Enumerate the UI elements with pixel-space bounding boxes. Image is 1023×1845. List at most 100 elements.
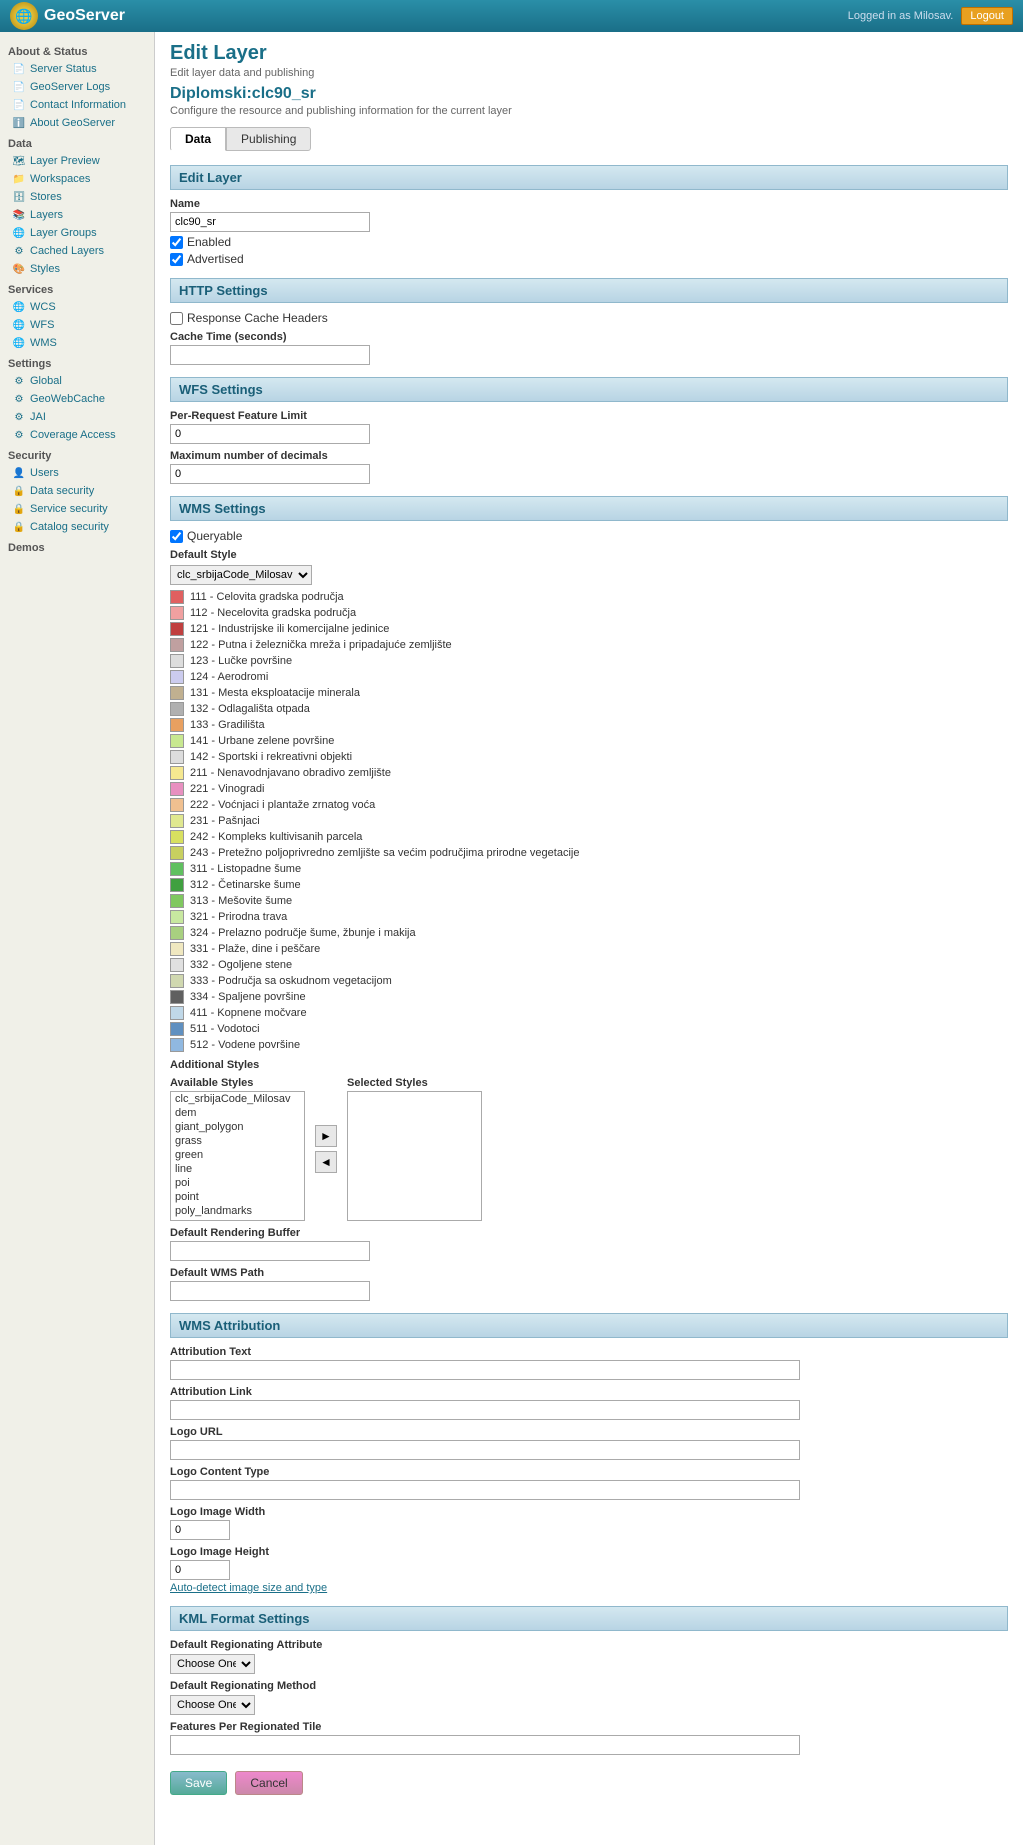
- regionating-attr-select[interactable]: Choose One: [170, 1654, 255, 1674]
- response-cache-checkbox[interactable]: [170, 312, 183, 325]
- available-style-item[interactable]: poly_landmarks: [171, 1204, 304, 1218]
- queryable-checkbox[interactable]: [170, 530, 183, 543]
- legend-item: 243 - Pretežno poljoprivredno zemljište …: [170, 845, 1008, 861]
- available-style-item[interactable]: poi: [171, 1176, 304, 1190]
- available-style-item[interactable]: giant_polygon: [171, 1120, 304, 1134]
- available-style-item[interactable]: point: [171, 1190, 304, 1204]
- move-right-button[interactable]: ►: [315, 1125, 337, 1147]
- app-title: GeoServer: [44, 7, 125, 25]
- legend-color-swatch: [170, 782, 184, 796]
- sidebar-item-geoserver-logs[interactable]: 📄 GeoServer Logs: [0, 78, 154, 96]
- available-style-item[interactable]: grass: [171, 1134, 304, 1148]
- sidebar-item-data-security[interactable]: 🔒 Data security: [0, 482, 154, 500]
- logo-content-type-input[interactable]: [170, 1480, 800, 1500]
- legend-item-label: 221 - Vinogradi: [190, 783, 264, 795]
- styles-arrows: ► ◄: [315, 1125, 337, 1173]
- sidebar-item-global[interactable]: ⚙ Global: [0, 372, 154, 390]
- kml-format-section-header: KML Format Settings: [170, 1606, 1008, 1631]
- tab-data[interactable]: Data: [170, 127, 226, 151]
- sidebar-item-layer-groups[interactable]: 🌐 Layer Groups: [0, 224, 154, 242]
- sidebar-item-server-status[interactable]: 📄 Server Status: [0, 60, 154, 78]
- legend-item-label: 324 - Prelazno područje šume, žbunje i m…: [190, 927, 416, 939]
- legend-color-swatch: [170, 926, 184, 940]
- tab-publishing[interactable]: Publishing: [226, 127, 311, 151]
- catalogsec-icon: 🔒: [12, 520, 26, 534]
- sidebar-item-service-security[interactable]: 🔒 Service security: [0, 500, 154, 518]
- legend-item: 334 - Spaljene površine: [170, 989, 1008, 1005]
- logo-url-label: Logo URL: [170, 1426, 1008, 1438]
- action-buttons: Save Cancel: [170, 1771, 1008, 1815]
- per-request-input[interactable]: [170, 424, 370, 444]
- legend-item-label: 334 - Spaljene površine: [190, 991, 306, 1003]
- legend-item: 231 - Pašnjaci: [170, 813, 1008, 829]
- sidebar-item-jai[interactable]: ⚙ JAI: [0, 408, 154, 426]
- sidebar-section-data: Data: [0, 132, 154, 152]
- name-input[interactable]: [170, 212, 370, 232]
- cancel-button[interactable]: Cancel: [235, 1771, 302, 1795]
- attribution-link-input[interactable]: [170, 1400, 800, 1420]
- legend-color-swatch: [170, 878, 184, 892]
- sidebar-item-contact[interactable]: 📄 Contact Information: [0, 96, 154, 114]
- advertised-row: Advertised: [170, 252, 1008, 266]
- logo-height-input[interactable]: [170, 1560, 230, 1580]
- header: 🌐 GeoServer Logged in as Milosav. Logout: [0, 0, 1023, 32]
- max-decimals-input[interactable]: [170, 464, 370, 484]
- legend-color-swatch: [170, 766, 184, 780]
- available-style-item[interactable]: line: [171, 1162, 304, 1176]
- sidebar-item-catalog-security[interactable]: 🔒 Catalog security: [0, 518, 154, 536]
- legend-item: 321 - Prirodna trava: [170, 909, 1008, 925]
- sidebar-label: Coverage Access: [30, 429, 116, 441]
- legend-item-label: 231 - Pašnjaci: [190, 815, 260, 827]
- attribution-text-input[interactable]: [170, 1360, 800, 1380]
- save-button[interactable]: Save: [170, 1771, 227, 1795]
- rendering-buffer-input[interactable]: [170, 1241, 370, 1261]
- main-content: Edit Layer Edit layer data and publishin…: [155, 32, 1023, 1845]
- sidebar-label: WCS: [30, 301, 56, 313]
- legend-item: 411 - Kopnene močvare: [170, 1005, 1008, 1021]
- available-style-item[interactable]: green: [171, 1148, 304, 1162]
- features-per-tile-label: Features Per Regionated Tile: [170, 1721, 1008, 1733]
- features-per-tile-input[interactable]: [170, 1735, 800, 1755]
- sidebar-item-workspaces[interactable]: 📁 Workspaces: [0, 170, 154, 188]
- logout-button[interactable]: Logout: [961, 7, 1013, 25]
- sidebar-item-geowebcache[interactable]: ⚙ GeoWebCache: [0, 390, 154, 408]
- legend-color-swatch: [170, 606, 184, 620]
- sidebar-item-layers[interactable]: 📚 Layers: [0, 206, 154, 224]
- legend-item: 124 - Aerodromi: [170, 669, 1008, 685]
- default-style-select[interactable]: clc_srbijaCode_Milosav: [170, 565, 312, 585]
- logo-url-input[interactable]: [170, 1440, 800, 1460]
- available-style-item[interactable]: clc_srbijaCode_Milosav: [171, 1092, 304, 1106]
- legend-item-label: 211 - Nenavodnjavano obradivo zemljište: [190, 767, 391, 779]
- sidebar-item-cached-layers[interactable]: ⚙ Cached Layers: [0, 242, 154, 260]
- sidebar-item-stores[interactable]: 🗄 Stores: [0, 188, 154, 206]
- selected-styles-listbox[interactable]: [347, 1091, 482, 1221]
- sidebar-item-styles[interactable]: 🎨 Styles: [0, 260, 154, 278]
- sidebar-item-coverage-access[interactable]: ⚙ Coverage Access: [0, 426, 154, 444]
- move-left-button[interactable]: ◄: [315, 1151, 337, 1173]
- available-style-item[interactable]: dem: [171, 1106, 304, 1120]
- legend-item-label: 312 - Četinarske šume: [190, 879, 301, 891]
- regionating-method-select[interactable]: Choose One: [170, 1695, 255, 1715]
- layers-icon: 📚: [12, 208, 26, 222]
- sidebar-item-wcs[interactable]: 🌐 WCS: [0, 298, 154, 316]
- sidebar-item-about[interactable]: ℹ️ About GeoServer: [0, 114, 154, 132]
- sidebar-item-layer-preview[interactable]: 🗺 Layer Preview: [0, 152, 154, 170]
- sidebar-item-wms[interactable]: 🌐 WMS: [0, 334, 154, 352]
- available-style-item[interactable]: polygon: [171, 1218, 304, 1221]
- advertised-checkbox[interactable]: [170, 253, 183, 266]
- auto-detect-link[interactable]: Auto-detect image size and type: [170, 1582, 327, 1594]
- legend-item: 131 - Mesta eksploatacije minerala: [170, 685, 1008, 701]
- legend-color-swatch: [170, 718, 184, 732]
- cache-time-input[interactable]: [170, 345, 370, 365]
- wms-settings-section-header: WMS Settings: [170, 496, 1008, 521]
- enabled-checkbox[interactable]: [170, 236, 183, 249]
- sidebar-item-users[interactable]: 👤 Users: [0, 464, 154, 482]
- logo-width-input[interactable]: [170, 1520, 230, 1540]
- available-styles-listbox[interactable]: clc_srbijaCode_Milosavdemgiant_polygongr…: [170, 1091, 305, 1221]
- sidebar-item-wfs[interactable]: 🌐 WFS: [0, 316, 154, 334]
- tabs: Data Publishing: [170, 127, 1008, 151]
- legend-item-label: 311 - Listopadne šume: [190, 863, 301, 875]
- legend-item-label: 123 - Lučke površine: [190, 655, 292, 667]
- styles-icon: 🎨: [12, 262, 26, 276]
- wms-path-input[interactable]: [170, 1281, 370, 1301]
